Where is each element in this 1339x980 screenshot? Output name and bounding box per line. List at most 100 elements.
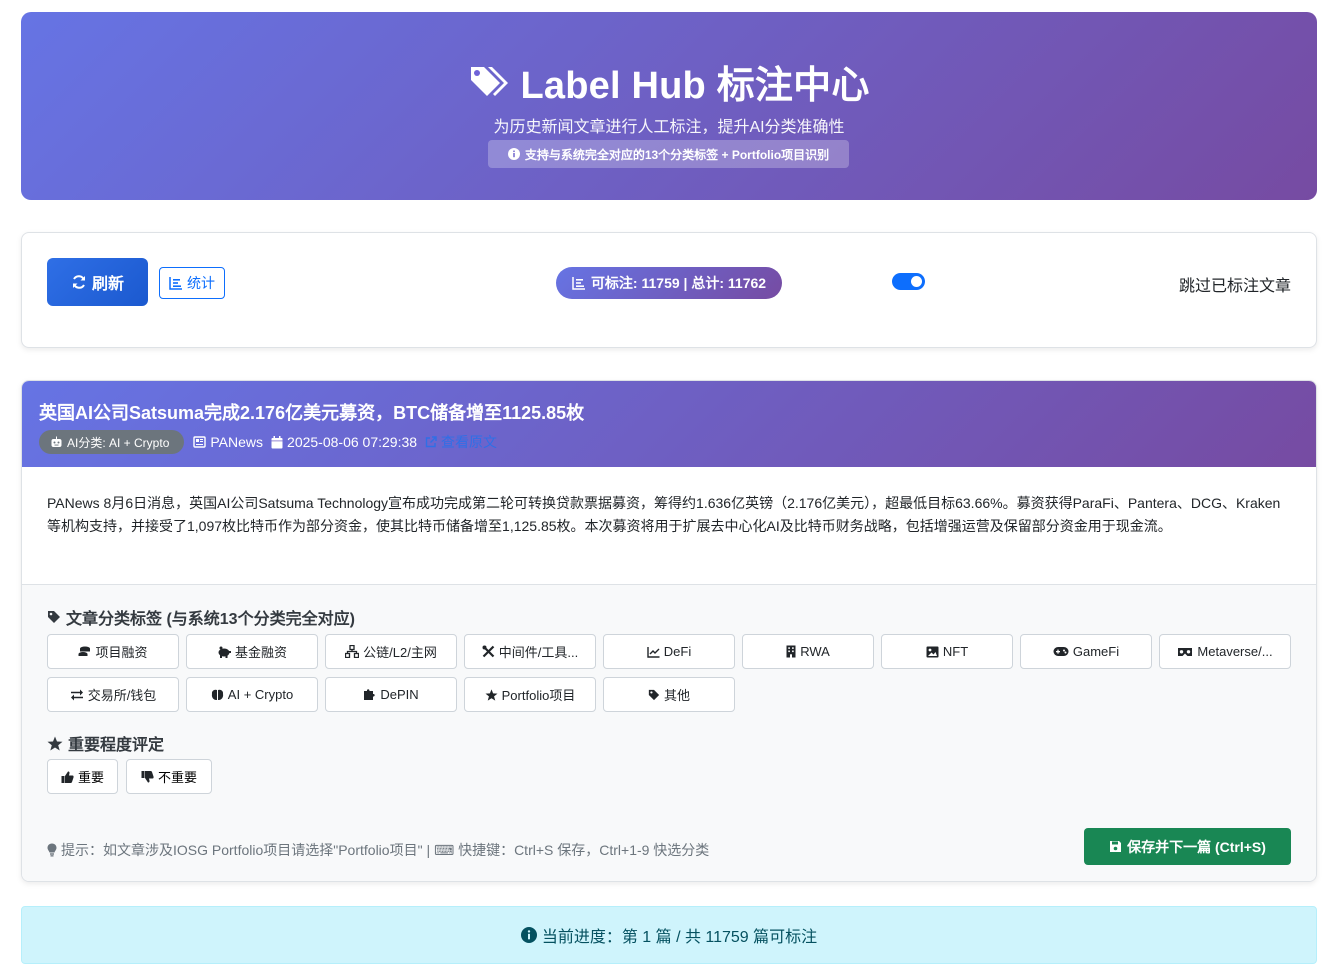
category-button-label: 基金融资: [234, 645, 287, 660]
important-label: 重要: [77, 770, 104, 785]
refresh-label: 刷新: [91, 276, 124, 293]
category-button-label: 公链/L2/主网: [363, 645, 437, 660]
toggle-knob: [911, 276, 922, 287]
article-date-text: 2025-08-06 07:29:38: [287, 434, 418, 450]
calendar-icon: [271, 435, 283, 449]
external-link-icon: [425, 436, 437, 448]
category-button[interactable]: 交易所/钱包: [47, 677, 179, 712]
category-button-label: DePIN: [380, 687, 419, 702]
category-button[interactable]: DeFi: [603, 634, 735, 669]
thumbs-down-icon: [141, 770, 154, 783]
category-section-title: 文章分类标签 (与系统13个分类完全对应): [47, 605, 355, 629]
article-source: PANews: [192, 434, 263, 450]
article-body: PANews 8月6日消息，英国AI公司Satsuma Technology宣布…: [47, 495, 1281, 534]
view-original-link[interactable]: 查看原文: [425, 432, 497, 452]
ai-category-text: AI分类: AI + Crypto: [67, 435, 170, 450]
article-count-text: 可标注: 11759 | 总计: 11762: [590, 275, 767, 291]
info-circle-icon: [507, 148, 520, 160]
page-subtitle: 为历史新闻文章进行人工标注，提升AI分类准确性: [493, 119, 845, 136]
category-button[interactable]: DePIN: [325, 677, 457, 712]
not-important-label: 不重要: [157, 770, 197, 785]
info-badge: 支持与系统完全对应的13个分类标签 + Portfolio项目识别: [488, 140, 849, 168]
vr-icon: [1177, 647, 1193, 657]
progress-alert: 当前进度：第 1 篇 / 共 11759 篇可标注: [21, 906, 1317, 964]
tools-icon: [482, 645, 495, 658]
category-button-label: Metaverse/...: [1197, 644, 1273, 659]
stats-button[interactable]: 统计: [159, 267, 225, 299]
view-original-text: 查看原文: [441, 434, 498, 450]
ai-category-badge: AI分类: AI + Crypto: [39, 430, 185, 454]
info-circle-icon: [520, 927, 537, 943]
newspaper-icon: [192, 436, 207, 448]
article-card: 英国AI公司Satsuma完成2.176亿美元募资，BTC储备增至1125.85…: [21, 380, 1317, 882]
refresh-button[interactable]: 刷新: [47, 258, 148, 306]
category-button[interactable]: 项目融资: [47, 634, 179, 669]
chart-line-icon: [647, 646, 660, 658]
puzzle-icon: [363, 688, 376, 701]
category-button-label: DeFi: [663, 644, 692, 659]
image-icon: [926, 646, 939, 658]
tags-icon: [468, 63, 510, 99]
save-icon: [1109, 840, 1122, 853]
category-button-label: 中间件/工具...: [498, 645, 579, 660]
importance-section-text: 重要程度评定: [68, 737, 165, 754]
shortcut-hint: 提示：如文章涉及IOSG Portfolio项目请选择"Portfolio项目"…: [47, 840, 709, 860]
network-icon: [345, 645, 360, 658]
save-next-button[interactable]: 保存并下一篇 (Ctrl+S): [1084, 828, 1291, 865]
page-title: Label Hub 标注中心: [21, 56, 1317, 107]
article-title: 英国AI公司Satsuma完成2.176亿美元募资，BTC储备增至1125.85…: [39, 403, 585, 423]
info-badge-text: 支持与系统完全对应的13个分类标签 + Portfolio项目识别: [524, 147, 830, 162]
stats-label: 统计: [187, 275, 215, 291]
article-date: 2025-08-06 07:29:38: [271, 434, 417, 450]
category-button[interactable]: Metaverse/...: [1159, 634, 1291, 669]
star-icon: [47, 736, 63, 751]
progress-text: 当前进度：第 1 篇 / 共 11759 篇可标注: [541, 929, 818, 946]
category-button[interactable]: GameFi: [1020, 634, 1152, 669]
category-button-label: 交易所/钱包: [87, 688, 157, 703]
gamepad-icon: [1053, 646, 1069, 657]
brain-icon: [211, 689, 224, 701]
tag-icon: [648, 689, 660, 701]
category-button-label: 其他: [663, 688, 690, 703]
category-button-label: RWA: [800, 644, 830, 659]
article-header: 英国AI公司Satsuma完成2.176亿美元募资，BTC储备增至1125.85…: [22, 381, 1316, 467]
save-next-label: 保存并下一篇 (Ctrl+S): [1127, 838, 1266, 855]
shortcut-hint-text: 提示：如文章涉及IOSG Portfolio项目请选择"Portfolio项目"…: [61, 842, 710, 858]
category-button[interactable]: NFT: [881, 634, 1013, 669]
category-button-label: 项目融资: [95, 645, 148, 660]
thumbs-up-icon: [61, 771, 74, 783]
category-button[interactable]: 中间件/工具...: [464, 634, 596, 669]
piggy-bank-icon: [217, 646, 231, 658]
star-icon: [485, 688, 498, 701]
category-button[interactable]: Portfolio项目: [464, 677, 596, 712]
tag-icon: [47, 610, 61, 624]
bar-chart-icon: [572, 276, 586, 290]
category-section-text: 文章分类标签 (与系统13个分类完全对应): [66, 611, 355, 628]
category-button[interactable]: AI + Crypto: [186, 677, 318, 712]
article-meta: AI分类: AI + Crypto PANews 2025-08-06 07:2…: [39, 430, 497, 454]
building-icon: [786, 645, 796, 658]
category-button[interactable]: 其他: [603, 677, 735, 712]
category-button-label: GameFi: [1072, 644, 1120, 659]
category-button[interactable]: RWA: [742, 634, 874, 669]
robot-icon: [50, 436, 63, 448]
category-button[interactable]: 基金融资: [186, 634, 318, 669]
skip-labeled-toggle[interactable]: [892, 273, 925, 290]
toolbar: 刷新 统计 可标注: 11759 | 总计: 11762 跳过已标注文章: [21, 232, 1317, 348]
article-count-badge: 可标注: 11759 | 总计: 11762: [556, 267, 782, 299]
important-button[interactable]: 重要: [47, 759, 118, 794]
bar-chart-icon: [169, 276, 183, 290]
importance-section-title: 重要程度评定: [47, 731, 164, 755]
skip-labeled-label: 跳过已标注文章: [1178, 278, 1291, 295]
not-important-button[interactable]: 不重要: [126, 759, 212, 794]
coins-icon: [78, 646, 91, 658]
exchange-icon: [70, 689, 84, 701]
header-banner: Label Hub 标注中心 为历史新闻文章进行人工标注，提升AI分类准确性 支…: [21, 12, 1317, 200]
category-button[interactable]: 公链/L2/主网: [325, 634, 457, 669]
article-source-text: PANews: [210, 434, 264, 450]
category-button-label: AI + Crypto: [227, 687, 294, 702]
category-button-label: NFT: [942, 644, 969, 659]
page-title-text: Label Hub 标注中心: [520, 64, 870, 107]
lightbulb-icon: [47, 843, 57, 857]
sync-icon: [71, 274, 87, 290]
